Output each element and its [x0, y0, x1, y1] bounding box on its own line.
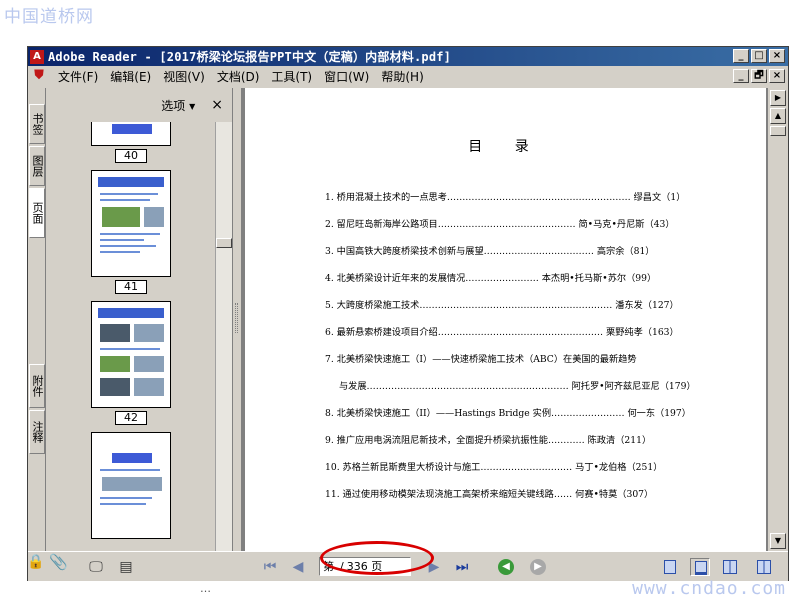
- panel-header: 选项 ▼ ×: [47, 88, 233, 122]
- toc-entry: 11. 通过使用移动模架法现浇施工高架桥来缩短关键线路…… 何赛•特莫（307）: [325, 489, 654, 500]
- thumbnail-page-number: 41: [115, 280, 147, 294]
- navigation-tabs: 书签 图层 页面 附件 注释: [28, 88, 46, 551]
- paperclip-icon[interactable]: 📎: [49, 554, 68, 570]
- menu-window[interactable]: 窗口(W): [318, 68, 375, 85]
- chevron-down-icon: ▼: [189, 101, 196, 111]
- toc-entry: 与发展………………………………………………………… 阿托罗•阿齐兹尼亚尼（179…: [339, 381, 695, 392]
- menu-document[interactable]: 文档(D): [211, 68, 266, 85]
- toc-entry: 8. 北美桥梁快速施工（II）——Hastings Bridge 实例………………: [325, 408, 691, 419]
- adobe-reader-icon: A: [30, 49, 44, 64]
- title-bar: A Adobe Reader - [2017桥梁论坛报告PPT中文（定稿）内部材…: [28, 47, 788, 66]
- toc-entry: 3. 中国高铁大跨度桥梁技术创新与展望……………………………… 高宗余（81）: [325, 246, 655, 257]
- toc-entry: 5. 大跨度桥梁施工技术……………………………………………………… 潘东发（12…: [325, 300, 679, 311]
- viewer-area: 书签 图层 页面 附件 注释 选项 ▼ × 40 41 42 目 录 1. 桥用…: [28, 88, 788, 551]
- toc-title: 目 录: [468, 139, 543, 155]
- continuous-facing-layout-icon[interactable]: [754, 558, 774, 576]
- status-left-icons: 🔒 📎: [27, 552, 77, 574]
- close-button[interactable]: ×: [769, 49, 785, 63]
- minimize-button[interactable]: _: [733, 49, 749, 63]
- reader-window: A Adobe Reader - [2017桥梁论坛报告PPT中文（定稿）内部材…: [27, 46, 789, 581]
- scroll-up-icon[interactable]: ▲: [770, 108, 786, 124]
- menu-help[interactable]: 帮助(H): [375, 68, 429, 85]
- previous-page-icon[interactable]: ◀: [288, 558, 308, 576]
- document-view: 目 录 1. 桥用混凝土技术的一点思考…………………………………………………… …: [241, 88, 768, 551]
- panel-scroll-thumb[interactable]: [216, 238, 232, 248]
- doc-restore-button[interactable]: 🗗: [751, 69, 767, 83]
- window-controls: _ □ ×: [733, 49, 785, 63]
- first-page-icon[interactable]: ⏮: [260, 558, 280, 576]
- doc-minimize-button[interactable]: _: [733, 69, 749, 83]
- maximize-button[interactable]: □: [751, 49, 767, 63]
- panel-scrollbar[interactable]: [215, 122, 232, 551]
- thumbnail-list: 40 41 42: [47, 122, 215, 551]
- thumbnail-item[interactable]: 40: [91, 122, 171, 163]
- footer-text: …: [200, 582, 211, 595]
- menu-tools[interactable]: 工具(T): [265, 68, 318, 85]
- panel-splitter[interactable]: [233, 88, 241, 551]
- watermark-top: 中国道桥网: [4, 7, 94, 27]
- toc-entry: 9. 推广应用电涡流阻尼新技术，全面提升桥梁抗振性能………… 陈政清（211）: [325, 435, 652, 446]
- toc-entry: 10. 苏格兰新昆斯费里大桥设计与施工………………………… 马丁•龙伯格（251…: [325, 462, 663, 473]
- splitter-grip-icon: [235, 303, 238, 333]
- tab-attachments[interactable]: 附件: [29, 364, 45, 408]
- toc-entry: 1. 桥用混凝土技术的一点思考…………………………………………………… 缪昌文（…: [325, 192, 686, 203]
- panel-options-button[interactable]: 选项 ▼: [161, 97, 195, 114]
- scroll-down-icon[interactable]: ▼: [770, 533, 786, 549]
- toc-entry: 4. 北美桥梁设计近年来的发展情况…………………… 本杰明•托马斯•苏尔（99）: [325, 273, 657, 284]
- go-forward-icon[interactable]: ▶: [530, 559, 546, 575]
- thumbnail-image[interactable]: [91, 301, 171, 408]
- tab-bookmarks[interactable]: 书签: [29, 104, 45, 144]
- thumbnail-item[interactable]: 42: [91, 301, 171, 425]
- thumbnail-page-number: 40: [115, 149, 147, 163]
- watermark-bottom: www.cndao.com: [632, 578, 786, 599]
- facing-layout-icon[interactable]: [720, 558, 740, 576]
- go-back-icon[interactable]: ◀: [498, 559, 514, 575]
- thumbnail-image[interactable]: [91, 432, 171, 539]
- window-title: Adobe Reader - [2017桥梁论坛报告PPT中文（定稿）内部材料.…: [48, 50, 452, 64]
- document-scrollbar[interactable]: ▶ ▲ ▼: [768, 88, 788, 551]
- continuous-layout-icon[interactable]: [690, 558, 710, 576]
- thumbnail-image[interactable]: [91, 122, 171, 146]
- thumbnail-page-number: 42: [115, 411, 147, 425]
- menu-edit[interactable]: 编辑(E): [104, 68, 157, 85]
- last-page-icon[interactable]: ⏭: [452, 558, 472, 576]
- panel-close-button[interactable]: ×: [211, 97, 223, 113]
- scroll-right-icon[interactable]: ▶: [770, 90, 786, 106]
- toc-entry: 2. 留尼旺岛新海岸公路项目……………………………………… 简•马克•丹尼斯（4…: [325, 219, 675, 230]
- toc-entry: 7. 北美桥梁快速施工（I）——快速桥梁施工技术（ABC）在美国的最新趋势: [325, 354, 637, 365]
- toc-list: 1. 桥用混凝土技术的一点思考…………………………………………………… 缪昌文（…: [325, 192, 695, 516]
- single-page-layout-icon[interactable]: [660, 558, 680, 576]
- menu-view[interactable]: 视图(V): [157, 68, 211, 85]
- pages-panel: 选项 ▼ × 40 41 42: [47, 88, 233, 551]
- pdf-document-icon[interactable]: ⛊: [32, 69, 46, 83]
- tab-comments[interactable]: 注释: [29, 410, 45, 454]
- tab-pages[interactable]: 页面: [29, 188, 45, 238]
- document-scroll-thumb[interactable]: [770, 126, 786, 136]
- thumbnail-item[interactable]: [91, 432, 171, 539]
- document-window-controls: _ 🗗 ×: [733, 69, 785, 83]
- document-page: 目 录 1. 桥用混凝土技术的一点思考…………………………………………………… …: [245, 88, 766, 551]
- page-count-highlight: [320, 541, 434, 575]
- doc-close-button[interactable]: ×: [769, 69, 785, 83]
- thumbnail-image[interactable]: [91, 170, 171, 277]
- tab-layers[interactable]: 图层: [29, 146, 45, 186]
- panel-options-label: 选项: [161, 98, 186, 113]
- menu-file[interactable]: 文件(F): [52, 68, 104, 85]
- menu-bar: ⛊ 文件(F) 编辑(E) 视图(V) 文档(D) 工具(T) 窗口(W) 帮助…: [28, 66, 788, 86]
- page-setup-icon[interactable]: ▤: [116, 558, 136, 576]
- thumbnail-item[interactable]: 41: [91, 170, 171, 294]
- toc-entry: 6. 最新悬索桥建设项目介绍……………………………………………… 栗野纯孝（16…: [325, 327, 679, 338]
- monitor-icon[interactable]: 🖵: [86, 558, 106, 576]
- lock-icon[interactable]: 🔒: [27, 554, 44, 570]
